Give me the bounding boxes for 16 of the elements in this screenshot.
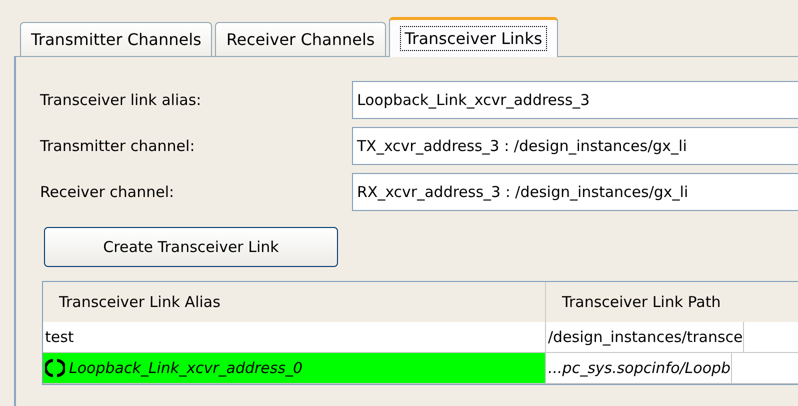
create-link-button[interactable]: Create Transceiver Link <box>44 227 338 267</box>
table-cell: Loopback_Link_xcvr_address_0 <box>43 353 546 383</box>
table-cell: test <box>43 322 546 352</box>
table-cell: /design_instances/transce <box>546 322 744 352</box>
table-cell: ...pc_sys.sopcinfo/Loopb <box>546 353 732 383</box>
busy-icon <box>45 358 65 378</box>
tab[interactable]: Receiver Channels <box>215 22 386 56</box>
tab[interactable]: Transceiver Links <box>388 17 558 57</box>
column-header[interactable]: Transceiver Link Path <box>546 282 721 322</box>
input-field[interactable]: RX_xcvr_address_3 : /design_instances/gx_li <box>352 173 798 211</box>
field-label: Transmitter channel: <box>40 137 196 155</box>
input-field[interactable]: TX_xcvr_address_3 : /design_instances/gx_li <box>352 127 798 165</box>
field-label: Receiver channel: <box>40 183 176 201</box>
input-field[interactable]: Loopback_Link_xcvr_address_3 <box>352 81 798 119</box>
tab[interactable]: Transmitter Channels <box>20 22 212 56</box>
field-label: Transceiver link alias: <box>40 91 202 109</box>
